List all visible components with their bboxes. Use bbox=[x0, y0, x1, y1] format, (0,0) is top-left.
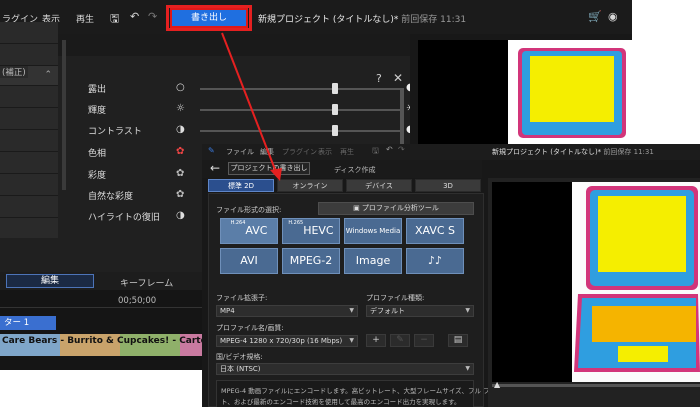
annotation-arrow bbox=[221, 32, 282, 181]
